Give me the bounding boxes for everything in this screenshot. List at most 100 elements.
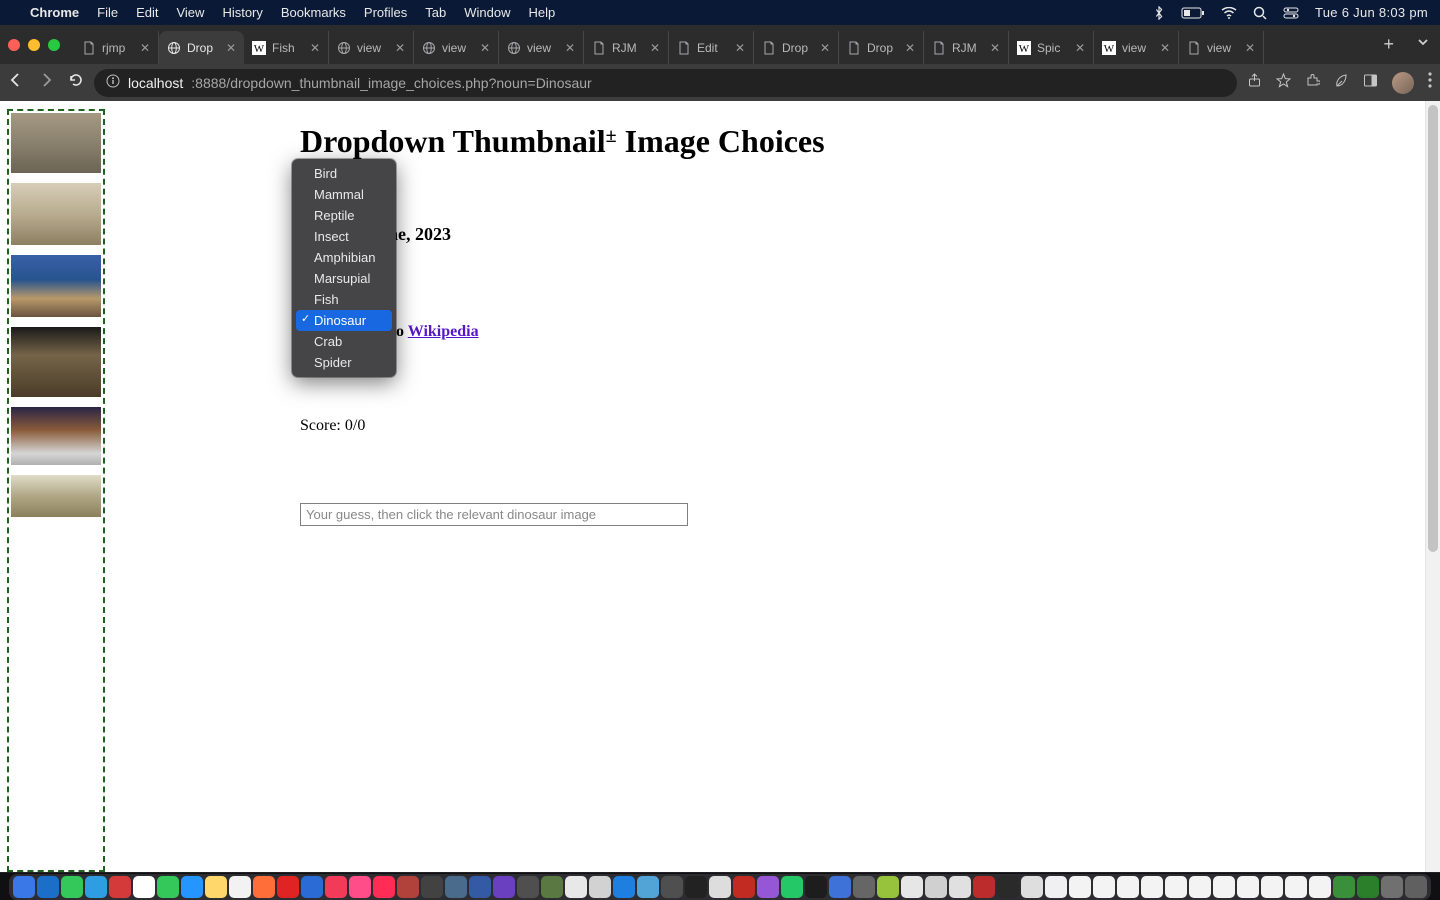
dropdown-option[interactable]: Bird <box>292 163 396 184</box>
close-window-button[interactable] <box>8 39 20 51</box>
browser-tab[interactable]: Drop✕ <box>159 31 244 64</box>
dock-app-icon[interactable] <box>277 876 299 898</box>
minimize-window-button[interactable] <box>28 39 40 51</box>
dock-app-icon[interactable] <box>709 876 731 898</box>
tab-close-icon[interactable]: ✕ <box>140 41 150 55</box>
browser-tab[interactable]: RJM✕ <box>584 31 669 64</box>
dropdown-option[interactable]: Reptile <box>292 205 396 226</box>
dock-app-icon[interactable] <box>1309 876 1331 898</box>
noun-select-dropdown[interactable]: BirdMammalReptileInsectAmphibianMarsupia… <box>292 159 396 377</box>
dropdown-option[interactable]: Mammal <box>292 184 396 205</box>
dropdown-option[interactable]: Amphibian <box>292 247 396 268</box>
dock-app-icon[interactable] <box>805 876 827 898</box>
browser-tab[interactable]: WSpic✕ <box>1009 31 1094 64</box>
spotlight-icon[interactable] <box>1253 6 1267 20</box>
menubar-item-edit[interactable]: Edit <box>136 5 158 20</box>
dock-app-icon[interactable] <box>1213 876 1235 898</box>
browser-tab[interactable]: view✕ <box>414 31 499 64</box>
menubar-item-tab[interactable]: Tab <box>425 5 446 20</box>
dropdown-option[interactable]: Crab <box>292 331 396 352</box>
dock-app-icon[interactable] <box>829 876 851 898</box>
dock-app-icon[interactable] <box>205 876 227 898</box>
dock-app-icon[interactable] <box>85 876 107 898</box>
tab-close-icon[interactable]: ✕ <box>735 41 745 55</box>
wifi-icon[interactable] <box>1221 7 1237 19</box>
dock-app-icon[interactable] <box>349 876 371 898</box>
dock-app-icon[interactable] <box>925 876 947 898</box>
share-icon[interactable] <box>1247 73 1262 93</box>
tab-close-icon[interactable]: ✕ <box>310 41 320 55</box>
dock-app-icon[interactable] <box>661 876 683 898</box>
dock-app-icon[interactable] <box>853 876 875 898</box>
browser-tab[interactable]: Drop✕ <box>754 31 839 64</box>
dropdown-option[interactable]: Dinosaur <box>296 310 392 331</box>
browser-tab[interactable]: Wview✕ <box>1094 31 1179 64</box>
dock-app-icon[interactable] <box>733 876 755 898</box>
thumbnail-image[interactable] <box>11 327 101 397</box>
dock-app-icon[interactable] <box>589 876 611 898</box>
dock-app-icon[interactable] <box>1381 876 1403 898</box>
browser-tab[interactable]: view✕ <box>1179 31 1264 64</box>
dropdown-option[interactable]: Insect <box>292 226 396 247</box>
dock-app-icon[interactable] <box>301 876 323 898</box>
dock-app-icon[interactable] <box>493 876 515 898</box>
tab-close-icon[interactable]: ✕ <box>1075 41 1085 55</box>
thumbnail-image[interactable] <box>11 407 101 465</box>
guess-input[interactable] <box>300 503 688 526</box>
dock-app-icon[interactable] <box>1405 876 1427 898</box>
address-bar[interactable]: localhost:8888/dropdown_thumbnail_image_… <box>94 69 1237 97</box>
tab-close-icon[interactable]: ✕ <box>565 41 575 55</box>
dock-app-icon[interactable] <box>1141 876 1163 898</box>
dropdown-option[interactable]: Fish <box>292 289 396 310</box>
menubar-item-view[interactable]: View <box>176 5 204 20</box>
dock-app-icon[interactable] <box>325 876 347 898</box>
browser-tab[interactable]: view✕ <box>329 31 414 64</box>
browser-tab[interactable]: Edit✕ <box>669 31 754 64</box>
leaf-icon[interactable] <box>1334 73 1349 93</box>
wikipedia-link[interactable]: Wikipedia <box>408 323 479 340</box>
dock-app-icon[interactable] <box>373 876 395 898</box>
tab-close-icon[interactable]: ✕ <box>1245 41 1255 55</box>
dock-app-icon[interactable] <box>637 876 659 898</box>
thumbnail-image[interactable] <box>11 255 101 317</box>
dock-app-icon[interactable] <box>37 876 59 898</box>
chrome-menu-icon[interactable] <box>1428 72 1432 93</box>
dock-app-icon[interactable] <box>61 876 83 898</box>
dock-app-icon[interactable] <box>877 876 899 898</box>
dock-app-icon[interactable] <box>973 876 995 898</box>
menubar-item-help[interactable]: Help <box>529 5 556 20</box>
battery-icon[interactable] <box>1181 7 1205 19</box>
dock-app-icon[interactable] <box>1237 876 1259 898</box>
dock-app-icon[interactable] <box>1021 876 1043 898</box>
extensions-icon[interactable] <box>1305 73 1320 93</box>
menubar-appname[interactable]: Chrome <box>30 5 79 20</box>
tab-close-icon[interactable]: ✕ <box>395 41 405 55</box>
dock-app-icon[interactable] <box>541 876 563 898</box>
dock-app-icon[interactable] <box>1069 876 1091 898</box>
dock-app-icon[interactable] <box>1093 876 1115 898</box>
site-info-icon[interactable] <box>106 74 120 91</box>
dock-app-icon[interactable] <box>1285 876 1307 898</box>
dock-app-icon[interactable] <box>949 876 971 898</box>
new-tab-button[interactable]: + <box>1371 34 1406 55</box>
browser-tab[interactable]: view✕ <box>499 31 584 64</box>
sidepanel-icon[interactable] <box>1363 73 1378 93</box>
back-button[interactable] <box>8 72 24 93</box>
tab-close-icon[interactable]: ✕ <box>1160 41 1170 55</box>
browser-tab[interactable]: Drop✕ <box>839 31 924 64</box>
dock-app-icon[interactable] <box>1189 876 1211 898</box>
tab-close-icon[interactable]: ✕ <box>990 41 1000 55</box>
dock-app-icon[interactable] <box>421 876 443 898</box>
scrollbar-thumb[interactable] <box>1428 105 1438 552</box>
menubar-item-bookmarks[interactable]: Bookmarks <box>281 5 346 20</box>
bluetooth-icon[interactable] <box>1153 6 1165 20</box>
dock-app-icon[interactable] <box>1357 876 1379 898</box>
dock-app-icon[interactable] <box>565 876 587 898</box>
dock-app-icon[interactable] <box>901 876 923 898</box>
tab-overflow-button[interactable] <box>1406 35 1440 54</box>
dock-app-icon[interactable] <box>757 876 779 898</box>
dock-app-icon[interactable] <box>685 876 707 898</box>
dock-app-icon[interactable] <box>157 876 179 898</box>
browser-tab[interactable]: rjmp✕ <box>74 31 159 64</box>
thumbnail-image[interactable] <box>11 113 101 173</box>
